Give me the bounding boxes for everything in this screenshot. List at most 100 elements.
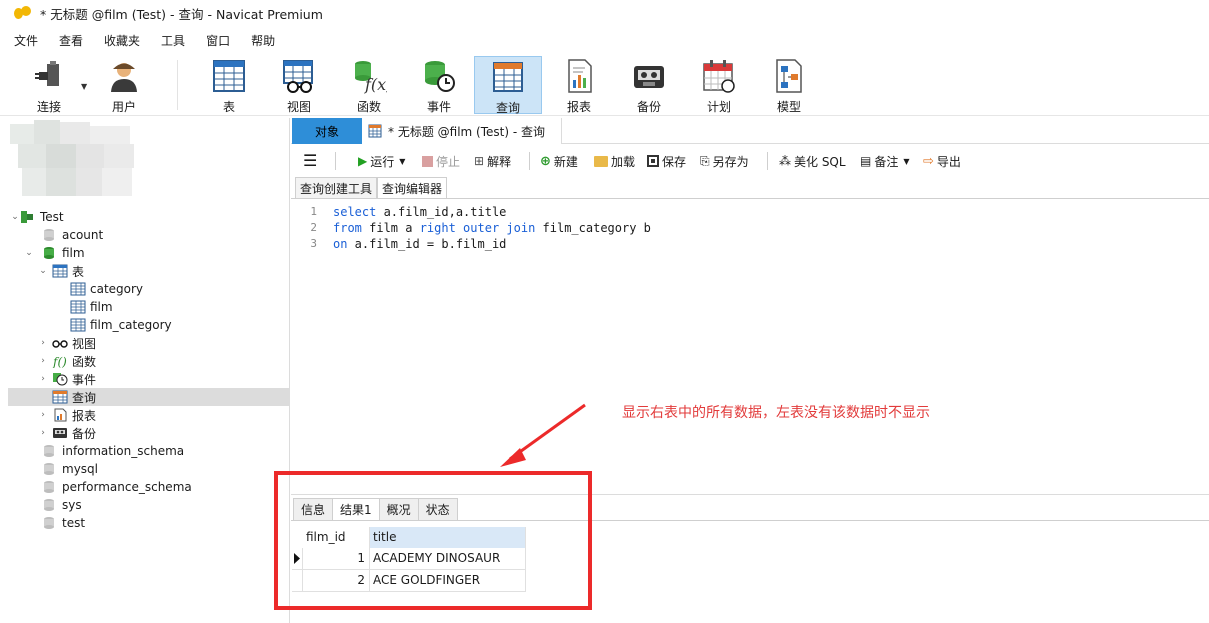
menu-view[interactable]: 查看 xyxy=(59,32,83,49)
beautify-sql-button[interactable]: ⁂ 美化 SQL xyxy=(779,152,846,170)
toolbar-model-button[interactable]: 模型 xyxy=(755,56,823,114)
menu-tools[interactable]: 工具 xyxy=(161,32,185,49)
tree-item-查询[interactable]: 查询 xyxy=(8,388,289,406)
chevron-down-icon[interactable]: ▼ xyxy=(81,82,87,91)
tab-objects[interactable]: 对象 xyxy=(292,118,362,144)
toolbar-schedule-button[interactable]: 计划 xyxy=(685,56,753,114)
toolbar-event-button[interactable]: 事件 xyxy=(405,56,473,114)
new-button[interactable]: ⊕ 新建 xyxy=(540,152,578,170)
tree-connection-test[interactable]: ⌄ Test xyxy=(8,208,289,226)
tree-item-category[interactable]: category xyxy=(8,280,289,298)
stop-button[interactable]: 停止 xyxy=(422,152,460,170)
line-number: 2 xyxy=(310,221,317,234)
queries-folder-icon xyxy=(52,390,68,404)
magic-wand-icon: ⁂ xyxy=(779,154,791,168)
tree-item-函数[interactable]: › f() 函数 xyxy=(8,352,289,370)
sql-text: film_category b xyxy=(535,221,651,235)
tab-query-builder[interactable]: 查询创建工具 xyxy=(295,177,378,199)
query-doc-icon xyxy=(368,124,384,138)
new-query-icon: ⊕ xyxy=(540,153,551,169)
tab-query-document[interactable]: * 无标题 @film (Test) - 查询 xyxy=(362,118,562,144)
toolbar-table-label: 表 xyxy=(222,100,235,114)
toolbar-report-button[interactable]: 报表 xyxy=(545,56,613,114)
table-icon xyxy=(70,300,86,314)
toolbar-connect-button[interactable]: 连接 xyxy=(15,56,83,114)
run-label: 运行 xyxy=(370,154,395,169)
line-number-gutter: 1 2 3 xyxy=(291,204,327,494)
chevron-down-icon[interactable]: ⌄ xyxy=(38,266,48,276)
tree-item-label: category xyxy=(90,282,144,296)
tree-item-information_schema[interactable]: information_schema xyxy=(8,442,289,460)
toolbar-function-button[interactable]: f(x) 函数 xyxy=(335,56,403,114)
tree-item-acount[interactable]: acount xyxy=(8,226,289,244)
tree-item-事件[interactable]: › 事件 xyxy=(8,370,289,388)
tree-item-视图[interactable]: › 视图 xyxy=(8,334,289,352)
tree-item-表[interactable]: ⌄ 表 xyxy=(8,262,289,280)
tree-item-mysql[interactable]: mysql xyxy=(8,460,289,478)
sql-code[interactable]: select a.film_id,a.title from film a rig… xyxy=(333,204,651,252)
navicat-logo-icon xyxy=(14,6,32,20)
reports-folder-icon xyxy=(52,408,68,422)
hamburger-menu-button[interactable]: ☰ xyxy=(303,152,317,170)
sql-keyword: on xyxy=(333,237,348,251)
tree-item-film[interactable]: ⌄ film xyxy=(8,244,289,262)
tree-item-film[interactable]: film xyxy=(8,298,289,316)
chevron-right-icon[interactable]: › xyxy=(38,428,48,438)
menu-favorites[interactable]: 收藏夹 xyxy=(104,32,140,49)
annotation-text: 显示右表中的所有数据，左表没有该数据时不显示 xyxy=(622,405,930,421)
tree-item-performance_schema[interactable]: performance_schema xyxy=(8,478,289,496)
view-icon xyxy=(281,58,317,94)
toolbar-view-button[interactable]: 视图 xyxy=(265,56,333,114)
toolbar-table-button[interactable]: 表 xyxy=(195,56,263,114)
sql-editor[interactable]: 1 2 3 select a.film_id,a.title from film… xyxy=(291,204,1209,494)
tree-item-test[interactable]: test xyxy=(8,514,289,532)
toolbar-query-button[interactable]: 查询 xyxy=(474,56,542,115)
toolbar-function-label: 函数 xyxy=(356,100,381,114)
menu-window[interactable]: 窗口 xyxy=(206,32,230,49)
svg-text:f(): f() xyxy=(52,355,67,368)
chevron-right-icon[interactable]: › xyxy=(38,410,48,420)
export-button[interactable]: ⇨ 导出 xyxy=(923,152,961,170)
chevron-down-icon[interactable]: ▼ xyxy=(903,157,909,166)
events-folder-icon xyxy=(52,372,68,386)
tab-query-editor-label: 查询编辑器 xyxy=(382,182,443,196)
chevron-right-icon[interactable]: › xyxy=(38,338,48,348)
chevron-right-icon[interactable]: › xyxy=(38,356,48,366)
chevron-down-icon[interactable]: ⌄ xyxy=(24,248,34,258)
code-line: from film a right outer join film_catego… xyxy=(333,220,651,236)
tree-item-报表[interactable]: › 报表 xyxy=(8,406,289,424)
schedule-icon xyxy=(701,58,737,94)
code-line: on a.film_id = b.film_id xyxy=(333,236,651,252)
save-as-icon: ⎘ xyxy=(700,153,710,168)
save-as-button[interactable]: ⎘ 另存为 xyxy=(700,152,749,170)
hamburger-icon: ☰ xyxy=(303,151,318,170)
toolbar-model-label: 模型 xyxy=(776,100,801,114)
window-title: * 无标题 @film (Test) - 查询 - Navicat Premiu… xyxy=(40,6,323,22)
comment-button[interactable]: ▤ 备注 ▼ xyxy=(860,152,910,170)
sql-text: a.film_id,a.title xyxy=(376,205,507,219)
chevron-down-icon[interactable]: ▼ xyxy=(399,157,405,166)
run-button[interactable]: ▶ 运行 ▼ xyxy=(358,152,405,170)
tree-item-label: information_schema xyxy=(62,444,185,458)
toolbar-separator xyxy=(177,60,178,110)
tab-query-editor[interactable]: 查询编辑器 xyxy=(377,177,448,199)
chevron-right-icon[interactable]: › xyxy=(38,374,48,384)
sql-keyword: from xyxy=(333,221,362,235)
line-number: 3 xyxy=(310,237,317,250)
toolbar-view-label: 视图 xyxy=(286,100,311,114)
tree-item-sys[interactable]: sys xyxy=(8,496,289,514)
toolbar-query-label: 查询 xyxy=(495,101,520,115)
table-icon xyxy=(70,318,86,332)
menu-help[interactable]: 帮助 xyxy=(251,32,275,49)
stop-icon xyxy=(422,155,433,167)
load-button[interactable]: 加载 xyxy=(594,152,635,170)
toolbar-user-button[interactable]: 用户 xyxy=(90,56,158,114)
menu-file[interactable]: 文件 xyxy=(14,32,38,49)
tree-item-备份[interactable]: › 备份 xyxy=(8,424,289,442)
command-separator xyxy=(767,152,768,170)
toolbar-backup-button[interactable]: 备份 xyxy=(615,56,683,114)
save-button[interactable]: 保存 xyxy=(647,152,686,170)
explain-button[interactable]: ⊞ 解释 xyxy=(474,152,511,170)
tree-item-film_category[interactable]: film_category xyxy=(8,316,289,334)
chevron-down-icon[interactable]: ⌄ xyxy=(10,212,20,222)
